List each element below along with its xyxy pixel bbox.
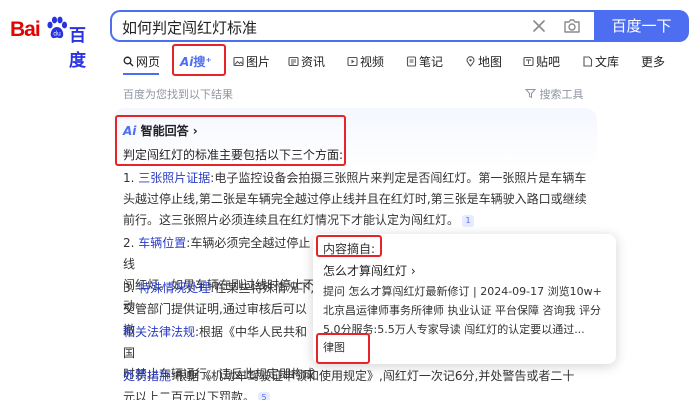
item-number: 1.: [123, 171, 135, 185]
source-title-link[interactable]: 怎么才算闯红灯 ›: [323, 262, 416, 279]
tab-notes[interactable]: 笔记: [406, 52, 443, 72]
filter-icon: [524, 89, 537, 99]
search-box[interactable]: [110, 10, 594, 42]
note-icon: [406, 56, 417, 67]
active-tab-indicator: [123, 73, 159, 75]
item-number: 2.: [123, 236, 135, 250]
item-number: 3.: [123, 281, 135, 295]
tab-label: 笔记: [419, 55, 444, 69]
tab-label: 视频: [360, 55, 385, 69]
search-tools-label: 搜索工具: [539, 88, 584, 101]
tieba-icon: [523, 56, 534, 67]
camera-icon[interactable]: [562, 16, 582, 36]
tab-tieba[interactable]: 贴吧: [523, 52, 560, 72]
baidu-logo[interactable]: Bai du 百度: [8, 12, 100, 70]
item-heading[interactable]: 处罚措施: [123, 369, 171, 383]
logo-text-du: 百度: [69, 26, 86, 70]
tab-label: 地图: [478, 55, 503, 69]
tab-news[interactable]: 资讯: [288, 52, 325, 72]
search-button[interactable]: 百度一下: [594, 10, 689, 42]
item-heading[interactable]: 三张照片证据: [138, 171, 210, 185]
tab-video[interactable]: 视频: [347, 52, 384, 72]
item-body: :在某些特殊情况下,: [210, 281, 315, 295]
search-tools[interactable]: 搜索工具: [524, 86, 584, 102]
item-heading[interactable]: 特殊情况处理: [138, 281, 210, 295]
tab-images[interactable]: 图片: [233, 52, 270, 72]
answer-item-5: 处罚措施:根据《机动车驾驶证申领和使用规定》,闯红灯一次记6分,并处警告或者二十…: [123, 366, 593, 400]
tab-label: 贴吧: [536, 55, 561, 69]
search-input[interactable]: [122, 16, 522, 38]
search-icon: [123, 56, 134, 67]
clear-icon[interactable]: [530, 17, 548, 35]
tab-label: 图片: [246, 55, 271, 69]
paw-icon: du: [47, 16, 68, 39]
highlight-box-source-label: [316, 235, 382, 257]
reference-badge[interactable]: 5: [258, 392, 271, 400]
tab-label: 文库: [595, 55, 620, 69]
document-icon: [583, 56, 593, 67]
tab-web[interactable]: 网页: [123, 52, 160, 72]
tab-label: 网页: [136, 55, 161, 69]
map-pin-icon: [466, 56, 475, 67]
highlight-box-source-site: [316, 333, 370, 364]
item-body-line2: 元以上二百元以下罚款。: [123, 390, 256, 400]
item-body: :根据《机动车驾驶证申领和使用规定》,闯红灯一次记6分,并处警告或者二十: [171, 369, 575, 383]
tab-more[interactable]: 更多: [641, 52, 665, 72]
source-title: 怎么才算闯红灯: [323, 264, 408, 278]
news-icon: [288, 56, 299, 67]
reference-badge[interactable]: 1: [462, 215, 475, 227]
highlight-box-ai-answer: [115, 115, 346, 166]
tab-label: 更多: [641, 55, 666, 69]
svg-text:du: du: [53, 31, 61, 38]
answer-item-1: 1. 三张照片证据:电子监控设备会拍摄三张照片来判定是否闯红灯。第一张照片是车辆…: [123, 168, 593, 231]
chevron-right-icon: ›: [410, 264, 416, 278]
source-excerpt[interactable]: 提问 怎么才算闯红灯最新修订 | 2024-09-17 浏览10w+ 北京昌运律…: [323, 282, 608, 339]
tab-wenku[interactable]: 文库: [582, 52, 619, 72]
highlight-box-ai-tab: [172, 44, 226, 76]
video-icon: [347, 56, 358, 67]
tab-map[interactable]: 地图: [465, 52, 502, 72]
item-heading[interactable]: 相关法律法规: [123, 325, 195, 339]
item-heading[interactable]: 车辆位置: [138, 236, 186, 250]
result-count: 百度为您找到以下结果: [123, 88, 233, 101]
logo-text-bai: Bai: [10, 18, 41, 41]
image-icon: [233, 56, 244, 67]
tab-label: 资讯: [301, 55, 326, 69]
